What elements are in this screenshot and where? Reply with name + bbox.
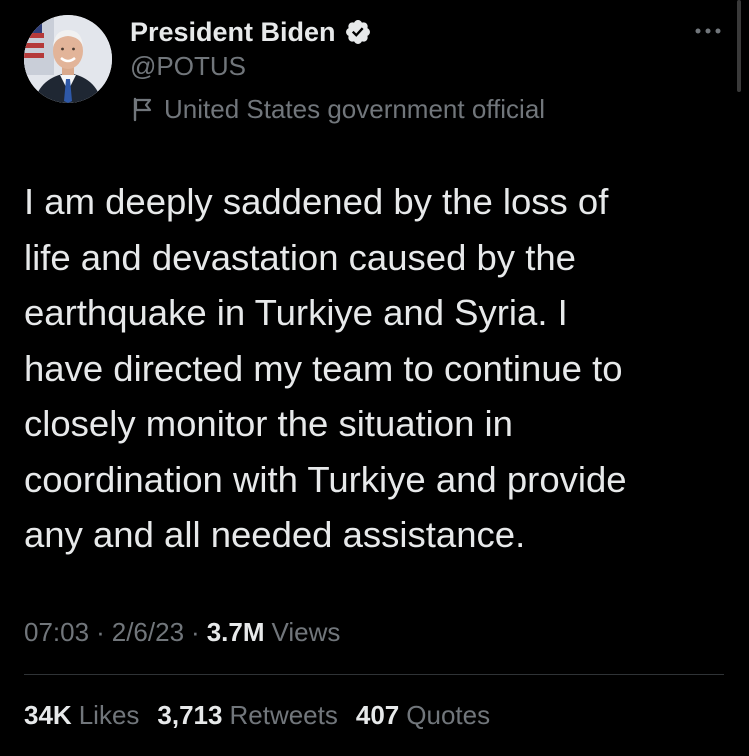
affiliation-row: United States government official: [132, 92, 545, 126]
person-portrait-icon: [24, 15, 112, 103]
verified-badge-icon[interactable]: [344, 18, 372, 46]
flag-icon: [132, 96, 154, 122]
engagement-stats: 34K Likes 3,713 Retweets 407 Quotes: [24, 695, 508, 735]
views-label: Views: [271, 616, 341, 647]
likes-count: 34K: [24, 699, 72, 730]
tweet-detail: President Biden @POTUS United States gov…: [0, 0, 749, 756]
retweets-label: Retweets: [229, 699, 338, 730]
more-options-icon[interactable]: [693, 24, 723, 38]
divider: [24, 674, 724, 675]
likes-stat[interactable]: 34K Likes: [24, 700, 139, 731]
author-handle[interactable]: @POTUS: [130, 51, 246, 82]
quotes-label: Quotes: [406, 699, 491, 730]
retweets-count: 3,713: [157, 699, 223, 730]
tweet-text: I am deeply saddened by the loss of life…: [24, 181, 627, 555]
tweet-meta: 07:03 · 2/6/23 · 3.7M Views: [24, 612, 340, 652]
meta-separator: ·: [96, 616, 105, 647]
tweet-date[interactable]: 2/6/23: [112, 617, 184, 648]
quotes-count: 407: [355, 699, 400, 730]
display-name[interactable]: President Biden: [130, 17, 336, 48]
avatar[interactable]: [24, 15, 112, 103]
meta-separator: ·: [191, 616, 200, 647]
affiliation-label[interactable]: United States government official: [164, 94, 545, 125]
scrollbar[interactable]: [737, 0, 741, 92]
likes-label: Likes: [78, 699, 140, 730]
tweet-time[interactable]: 07:03: [24, 617, 89, 648]
views-count: 3.7M: [206, 616, 265, 647]
retweets-stat[interactable]: 3,713 Retweets: [157, 700, 337, 731]
quotes-stat[interactable]: 407 Quotes: [356, 700, 490, 731]
author-name-row: President Biden: [130, 14, 372, 50]
